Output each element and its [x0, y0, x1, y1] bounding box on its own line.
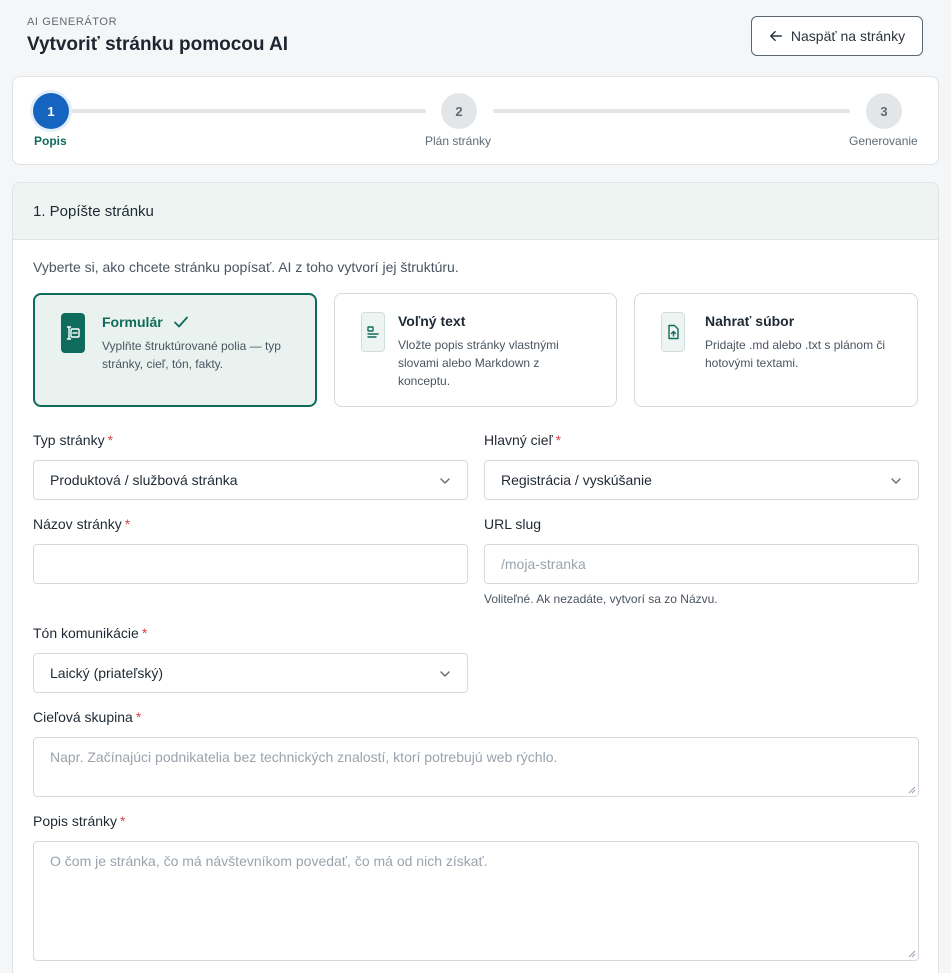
method-free-text-option[interactable]: Voľný text Vložte popis stránky vlastným… [334, 293, 617, 407]
main-goal-label-text: Hlavný cieľ [484, 432, 553, 448]
file-upload-icon [661, 312, 685, 352]
chevron-down-icon [891, 478, 901, 484]
step-1-label: Popis [34, 134, 67, 148]
required-marker: * [135, 709, 142, 725]
required-marker: * [555, 432, 562, 448]
text-icon [361, 312, 385, 352]
required-marker: * [141, 625, 148, 641]
method-upload-file-desc-line: Pridajte .md alebo .txt s plánom či [705, 338, 886, 352]
audience-textarea[interactable]: Napr. Začínajúci podnikatelia bez techni… [33, 737, 919, 797]
url-slug-placeholder: /moja-stranka [501, 556, 586, 572]
audience-label-text: Cieľová skupina [33, 709, 133, 725]
description-label-text: Popis stránky [33, 813, 118, 829]
audience-label: Cieľová skupina * [33, 709, 141, 725]
main-goal-label: Hlavný cieľ * [484, 432, 561, 448]
form-icon [61, 313, 85, 353]
url-slug-input[interactable]: /moja-stranka [484, 544, 919, 584]
method-upload-file-option[interactable]: Nahrať súbor Pridajte .md alebo .txt s p… [634, 293, 918, 407]
main-goal-select[interactable]: Registrácia / vyskúšanie [484, 460, 919, 500]
step-3-label: Generovanie [849, 134, 918, 148]
back-to-pages-button[interactable]: Naspäť na stránky [751, 16, 923, 56]
description-label: Popis stránky * [33, 813, 126, 829]
page-type-label-text: Typ stránky [33, 432, 105, 448]
method-free-text-desc: Vložte popis stránky vlastnými slovami a… [398, 336, 559, 390]
required-marker: * [107, 432, 114, 448]
chevron-down-icon [440, 671, 450, 677]
tone-label: Tón komunikácie * [33, 625, 147, 641]
chevron-down-icon [440, 478, 450, 484]
method-form-title-text: Formulár [102, 314, 163, 330]
main-goal-value: Registrácia / vyskúšanie [501, 472, 652, 488]
resize-handle-icon[interactable] [908, 950, 916, 958]
page-name-label: Názov stránky * [33, 516, 130, 532]
back-button-label: Naspäť na stránky [790, 28, 906, 44]
step-2-circle[interactable]: 2 [441, 93, 477, 129]
describe-page-card: 1. Popíšte stránku Vyberte si, ako chcet… [12, 182, 939, 973]
method-form-desc: Vyplňte štruktúrované polia — typ stránk… [102, 337, 281, 373]
method-upload-file-desc: Pridajte .md alebo .txt s plánom či hoto… [705, 336, 885, 372]
page-type-label: Typ stránky * [33, 432, 113, 448]
arrow-left-icon [769, 30, 782, 42]
step-connector-2 [493, 109, 850, 113]
method-upload-file-title: Nahrať súbor [705, 313, 795, 329]
method-free-text-desc-line: konceptu. [398, 374, 451, 388]
audience-placeholder: Napr. Začínajúci podnikatelia bez techni… [50, 749, 558, 765]
resize-handle-icon[interactable] [908, 786, 916, 794]
tone-value: Laický (priateľský) [50, 665, 163, 681]
page-header: AI GENERÁTOR Vytvoriť stránku pomocou AI… [27, 16, 923, 60]
method-free-text-desc-line: Vložte popis stránky vlastnými [398, 338, 559, 352]
step-3-circle[interactable]: 3 [866, 93, 902, 129]
method-form-desc-line: Vyplňte štruktúrované polia — typ [102, 339, 281, 353]
step-1-circle[interactable]: 1 [33, 93, 69, 129]
method-form-option[interactable]: Formulár Vyplňte štruktúrované polia — t… [33, 293, 317, 407]
method-free-text-desc-line: slovami alebo Markdown z [398, 356, 540, 370]
page-type-select[interactable]: Produktová / službová stránka [33, 460, 468, 500]
required-marker: * [124, 516, 131, 532]
method-form-title: Formulár [102, 314, 189, 330]
description-textarea[interactable]: O čom je stránka, čo má návštevníkom pov… [33, 841, 919, 961]
url-slug-hint: Voliteľné. Ak nezadáte, vytvorí sa zo Ná… [484, 592, 718, 606]
page-name-label-text: Názov stránky [33, 516, 122, 532]
stepper: 1 Popis 2 Plán stránky 3 Generovanie [12, 76, 939, 165]
tone-select[interactable]: Laický (priateľský) [33, 653, 468, 693]
method-upload-file-desc-line: hotovými textami. [705, 356, 799, 370]
description-placeholder: O čom je stránka, čo má návštevníkom pov… [50, 853, 488, 869]
section-intro: Vyberte si, ako chcete stránku popísať. … [33, 259, 459, 275]
step-connector-1 [71, 109, 426, 113]
method-form-desc-line: stránky, cieľ, tón, fakty. [102, 357, 224, 371]
check-icon [173, 316, 188, 328]
required-marker: * [120, 813, 126, 829]
page-name-input[interactable] [33, 544, 468, 584]
tone-label-text: Tón komunikácie [33, 625, 139, 641]
url-slug-label: URL slug [484, 516, 542, 532]
step-2-label: Plán stránky [425, 134, 492, 148]
page-type-value: Produktová / službová stránka [50, 472, 238, 488]
section-title: 1. Popíšte stránku [13, 183, 938, 240]
method-free-text-title: Voľný text [398, 313, 466, 329]
